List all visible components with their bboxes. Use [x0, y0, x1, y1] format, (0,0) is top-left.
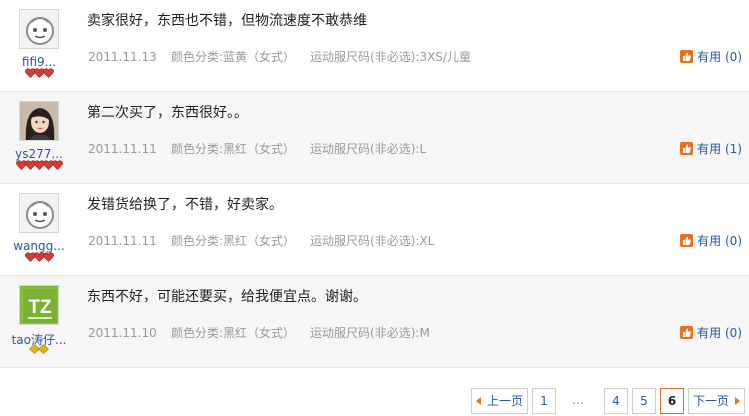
- review-meta: 2011.11.13 颜色分类:蓝黄（女式） 运动服尺码(非必选):3XS/儿童: [88, 48, 471, 65]
- reviewer-name[interactable]: wangg...: [0, 239, 78, 253]
- reviewer-info: ys277...: [0, 92, 78, 184]
- reviewer-info: wangg...: [0, 184, 78, 276]
- reviewer-info: TZ tao涛仔...: [0, 276, 78, 368]
- reviewer-name[interactable]: ys277...: [0, 147, 78, 161]
- reviewer-info: fifi9...: [0, 0, 78, 92]
- review-date: 2011.11.13: [88, 50, 157, 64]
- reviewer-name[interactable]: fifi9...: [0, 55, 78, 69]
- tz-logo-text: TZ: [28, 297, 52, 318]
- default-avatar-icon: [20, 10, 58, 48]
- review-item: TZ tao涛仔... 东西不好，可能还要买，给我便宜点。谢谢。 2011.11…: [0, 276, 749, 368]
- review-item: fifi9... 卖家很好，东西也不错，但物流速度不敢恭维 2011.11.13…: [0, 0, 749, 92]
- color-spec: 颜色分类:蓝黄（女式）: [171, 50, 296, 64]
- color-spec: 颜色分类:黑红（女式）: [171, 326, 296, 340]
- avatar[interactable]: [19, 101, 59, 141]
- useful-label: 有用: [697, 234, 722, 248]
- size-spec: 运动服尺码(非必选):M: [310, 326, 430, 340]
- review-meta: 2011.11.10 颜色分类:黑红（女式） 运动服尺码(非必选):M: [88, 324, 430, 341]
- avatar[interactable]: TZ: [19, 285, 59, 325]
- review-date: 2011.11.11: [88, 142, 157, 156]
- page-link-1[interactable]: 1: [532, 388, 556, 414]
- review-meta: 2011.11.11 颜色分类:黑红（女式） 运动服尺码(非必选):XL: [88, 232, 434, 249]
- default-avatar-icon: [20, 194, 58, 232]
- useful-count: (1): [725, 142, 742, 156]
- thumbs-up-icon: [680, 326, 694, 339]
- useful-button[interactable]: 有用 (0): [680, 324, 742, 341]
- useful-button[interactable]: 有用 (1): [680, 140, 742, 157]
- size-spec: 运动服尺码(非必选):XL: [310, 234, 435, 248]
- color-spec: 颜色分类:黑红（女式）: [171, 234, 296, 248]
- review-content: 第二次买了，东西很好。。: [87, 105, 248, 121]
- thumbs-up-icon: [680, 234, 694, 247]
- heart-icon: [42, 252, 54, 262]
- tz-logo-icon: TZ: [20, 286, 58, 324]
- size-spec: 运动服尺码(非必选):3XS/儿童: [310, 50, 471, 64]
- review-list: fifi9... 卖家很好，东西也不错，但物流速度不敢恭维 2011.11.13…: [0, 0, 749, 368]
- next-page-label: 下一页: [692, 394, 729, 408]
- next-page-button[interactable]: 下一页: [688, 388, 745, 414]
- buyer-rank: [0, 252, 78, 262]
- useful-button[interactable]: 有用 (0): [680, 48, 742, 65]
- color-spec: 颜色分类:黑红（女式）: [171, 142, 296, 156]
- prev-page-button[interactable]: 上一页: [471, 388, 528, 414]
- page-ellipsis: ...: [572, 393, 584, 407]
- buyer-rank: [0, 344, 78, 354]
- size-spec: 运动服尺码(非必选):L: [310, 142, 427, 156]
- useful-label: 有用: [697, 142, 722, 156]
- useful-label: 有用: [697, 326, 722, 340]
- thumbs-up-icon: [680, 142, 694, 155]
- buyer-rank: [0, 160, 78, 170]
- review-content: 发错货给换了，不错，好卖家。: [87, 197, 283, 213]
- review-content: 卖家很好，东西也不错，但物流速度不敢恭维: [87, 13, 367, 29]
- diamond-icon: [38, 344, 49, 354]
- review-date: 2011.11.10: [88, 326, 157, 340]
- heart-icon: [51, 160, 63, 170]
- review-item: ys277... 第二次买了，东西很好。。 2011.11.11 颜色分类:黑红（…: [0, 92, 749, 184]
- buyer-rank: [0, 68, 78, 78]
- arrow-left-icon: [475, 397, 481, 405]
- thumbs-up-icon: [680, 50, 694, 63]
- useful-label: 有用: [697, 50, 722, 64]
- useful-button[interactable]: 有用 (0): [680, 232, 742, 249]
- useful-count: (0): [725, 50, 742, 64]
- useful-count: (0): [725, 326, 742, 340]
- user-photo-icon: [20, 102, 58, 140]
- heart-icon: [42, 68, 54, 78]
- review-content: 东西不好，可能还要买，给我便宜点。谢谢。: [87, 289, 367, 305]
- prev-page-label: 上一页: [486, 394, 523, 408]
- review-date: 2011.11.11: [88, 234, 157, 248]
- page-link-4[interactable]: 4: [604, 388, 628, 414]
- avatar[interactable]: [19, 193, 59, 233]
- arrow-right-icon: [735, 397, 740, 405]
- page-link-current[interactable]: 6: [660, 388, 684, 414]
- useful-count: (0): [725, 234, 742, 248]
- review-item: wangg... 发错货给换了，不错，好卖家。 2011.11.11 颜色分类:黑…: [0, 184, 749, 276]
- pagination: 上一页 1... 4 5 6 下一页: [467, 388, 745, 414]
- review-meta: 2011.11.11 颜色分类:黑红（女式） 运动服尺码(非必选):L: [88, 140, 426, 157]
- avatar[interactable]: [19, 9, 59, 49]
- page-link-5[interactable]: 5: [632, 388, 656, 414]
